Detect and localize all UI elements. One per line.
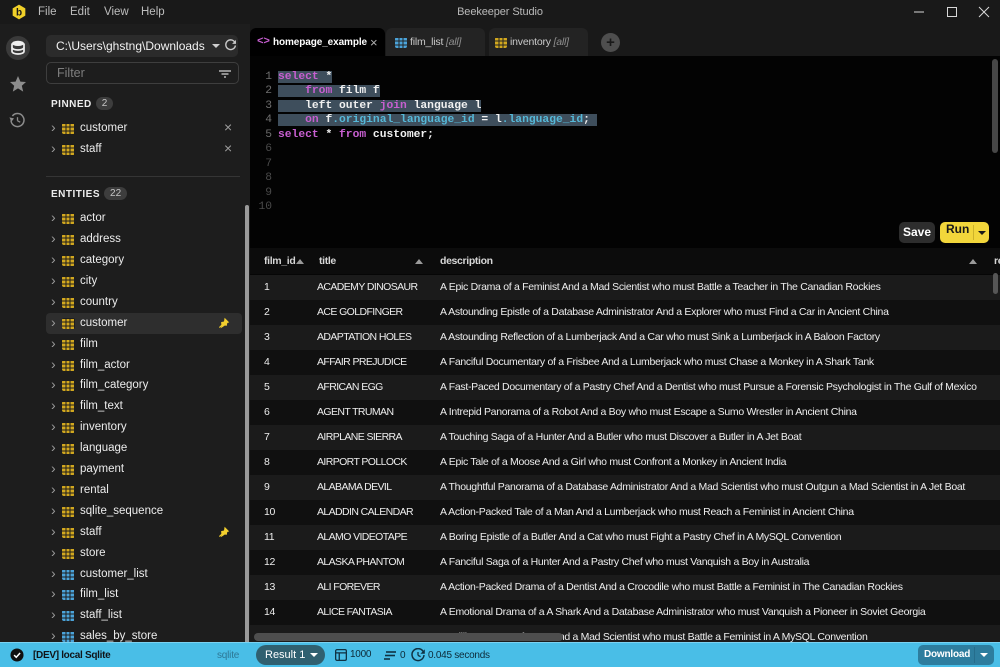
svg-text:b: b [16, 8, 22, 19]
